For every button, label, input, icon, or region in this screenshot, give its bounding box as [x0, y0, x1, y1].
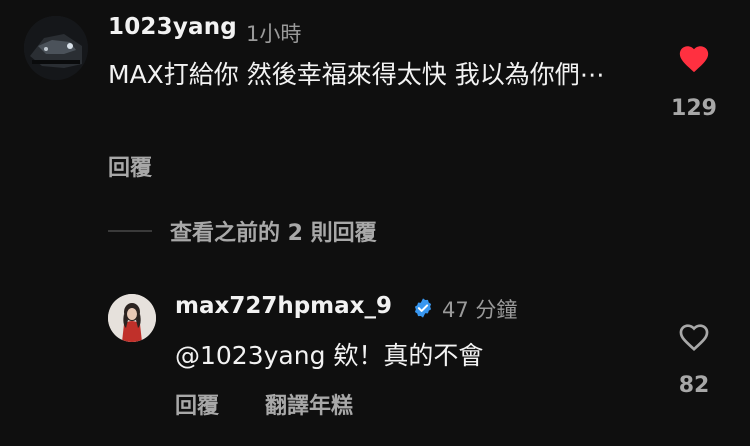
comment-text: MAX打給你 然後幸福來得太快 我以為你們⋯ [108, 60, 605, 89]
heart-outline-icon [679, 324, 709, 352]
view-previous-replies[interactable]: 查看之前的 2 則回覆 [170, 215, 377, 247]
reply-text: @1023yang 欸！真的不會 [175, 341, 484, 370]
replies-divider [108, 230, 152, 232]
reply-button[interactable]: 回覆 [175, 388, 219, 420]
like-heart-icon[interactable] [677, 42, 711, 76]
like-count: 129 [671, 96, 717, 121]
commenter-avatar[interactable] [24, 16, 88, 80]
like-heart-icon[interactable] [677, 320, 711, 354]
replier-username[interactable]: max727hpmax_9 [175, 293, 392, 319]
replier-avatar[interactable] [108, 294, 156, 342]
reply-timestamp: 47 分鐘 [442, 298, 518, 322]
like-count: 82 [678, 373, 710, 398]
commenter-username[interactable]: 1023yang [108, 14, 237, 40]
verified-badge-icon [412, 297, 434, 319]
avatar-image [24, 16, 88, 80]
reply-button[interactable]: 回覆 [108, 150, 152, 182]
heart-filled-icon [679, 46, 709, 73]
comment-timestamp: 1小時 [246, 22, 302, 46]
translate-button[interactable]: 翻譯年糕 [265, 388, 353, 420]
avatar-image [108, 294, 156, 342]
